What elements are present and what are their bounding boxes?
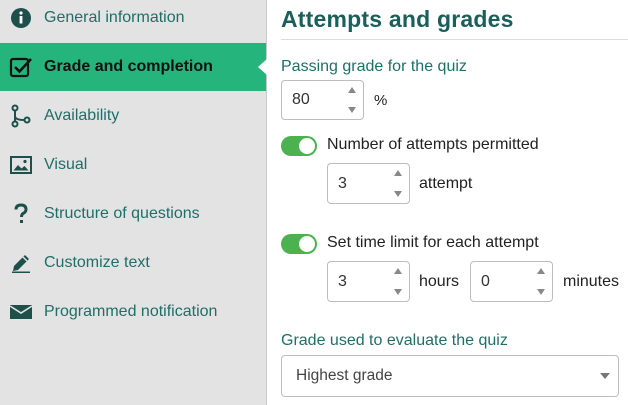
stepper-arrows[interactable] xyxy=(347,85,357,115)
sidebar: General information Grade and completion… xyxy=(0,0,267,405)
chevron-up-icon[interactable] xyxy=(394,170,402,176)
chevron-down-icon[interactable] xyxy=(537,289,545,295)
sidebar-item-label: Customize text xyxy=(44,254,150,271)
branch-icon xyxy=(9,104,33,128)
toggle-knob xyxy=(299,138,315,154)
sidebar-item-visual[interactable]: Visual xyxy=(0,141,266,189)
main-panel: Attempts and grades Passing grade for th… xyxy=(268,0,628,405)
time-limit-label: Set time limit for each attempt xyxy=(327,234,539,251)
sidebar-item-label: Availability xyxy=(44,107,120,124)
attempts-value: 3 xyxy=(338,174,347,192)
grade-method-select[interactable]: Highest grade xyxy=(281,355,619,397)
minutes-unit: minutes xyxy=(563,273,620,290)
chevron-up-icon[interactable] xyxy=(537,268,545,274)
hours-value: 3 xyxy=(338,272,347,290)
sidebar-item-label: Visual xyxy=(44,156,88,173)
passing-grade-label: Passing grade for the quiz xyxy=(281,58,467,75)
attempts-unit: attempt xyxy=(419,175,473,192)
title-divider xyxy=(281,39,628,40)
page-title: Attempts and grades xyxy=(281,6,514,32)
minutes-value: 0 xyxy=(481,272,490,290)
stepper-arrows[interactable] xyxy=(536,266,546,297)
sidebar-item-structure-of-questions[interactable]: Structure of questions xyxy=(0,190,266,238)
grade-method-label: Grade used to evaluate the quiz xyxy=(281,332,508,349)
toggle-knob xyxy=(299,236,315,252)
hours-input[interactable]: 3 xyxy=(327,261,410,302)
passing-grade-unit: % xyxy=(374,92,388,109)
pencil-icon xyxy=(9,251,33,275)
sidebar-item-customize-text[interactable]: Customize text xyxy=(0,239,266,287)
checkbox-checked-icon xyxy=(9,55,33,79)
passing-grade-value: 80 xyxy=(292,91,310,108)
time-limit-toggle[interactable] xyxy=(281,234,317,254)
attempts-toggle[interactable] xyxy=(281,136,317,156)
sidebar-item-label: Structure of questions xyxy=(44,205,200,222)
chevron-up-icon[interactable] xyxy=(394,268,402,274)
info-icon xyxy=(9,6,33,30)
grade-method-value: Highest grade xyxy=(296,367,393,384)
chevron-up-icon[interactable] xyxy=(348,87,356,93)
sidebar-item-label: Programmed notification xyxy=(44,303,218,320)
minutes-input[interactable]: 0 xyxy=(470,261,553,302)
sidebar-item-label: General information xyxy=(44,9,185,26)
sidebar-item-availability[interactable]: Availability xyxy=(0,92,266,140)
chevron-down-icon[interactable] xyxy=(394,191,402,197)
passing-grade-input[interactable]: 80 xyxy=(281,80,364,120)
hours-unit: hours xyxy=(419,273,460,290)
chevron-down-icon[interactable] xyxy=(394,289,402,295)
attempts-label: Number of attempts permitted xyxy=(327,136,539,153)
question-mark-icon xyxy=(9,202,33,226)
stepper-arrows[interactable] xyxy=(393,266,403,297)
sidebar-item-programmed-notification[interactable]: Programmed notification xyxy=(0,288,266,336)
sidebar-item-grade-and-completion[interactable]: Grade and completion xyxy=(0,43,266,91)
image-icon xyxy=(9,153,33,177)
envelope-icon xyxy=(9,300,33,324)
attempts-input[interactable]: 3 xyxy=(327,163,410,204)
stepper-arrows[interactable] xyxy=(393,168,403,199)
chevron-down-icon[interactable] xyxy=(348,107,356,113)
chevron-down-icon xyxy=(600,373,610,379)
sidebar-item-label: Grade and completion xyxy=(44,58,213,75)
sidebar-item-general-information[interactable]: General information xyxy=(0,0,266,42)
